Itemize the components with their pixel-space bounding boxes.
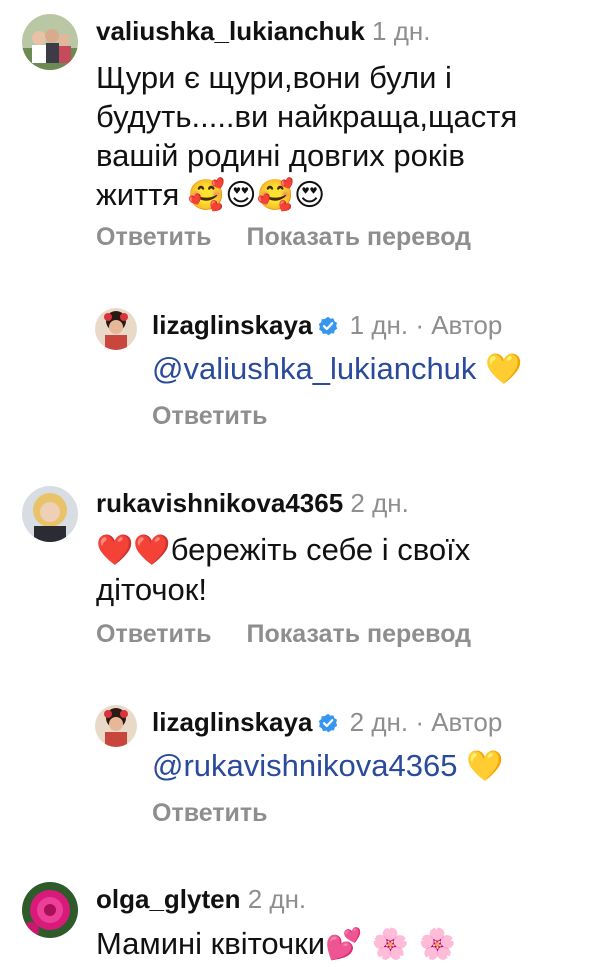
username[interactable]: olga_glyten — [96, 884, 240, 914]
comment-text: Мамині квіточки💕 🌸 🌸 — [96, 924, 556, 964]
verified-badge-icon — [319, 316, 338, 336]
timestamp: 2 дн. — [350, 488, 409, 518]
avatar[interactable] — [95, 308, 137, 350]
timestamp: 1 дн. — [349, 310, 409, 340]
comment-actions: Ответить — [152, 797, 268, 829]
comment-text: @valiushka_lukianchuk 💛 — [152, 349, 572, 389]
flower-emoji-icon: 💕 🌸 🌸 — [325, 927, 457, 962]
timestamp: 2 дн. — [247, 884, 307, 914]
show-translation-button[interactable]: Показать перевод — [246, 620, 471, 648]
show-translation-button[interactable]: Показать перевод — [246, 223, 471, 251]
author-label: · Автор — [415, 310, 503, 340]
comment-text: @rukavishnikova4365 💛 — [152, 746, 572, 786]
reply-item: lizaglinskaya 1 дн. · Автор @valiushka_l… — [0, 300, 600, 450]
avatar[interactable] — [95, 705, 137, 747]
avatar[interactable] — [22, 14, 78, 70]
comment-item: olga_glyten 2 дн. Мамині квіточки💕 🌸 🌸 — [0, 874, 600, 967]
reply-button[interactable]: Ответить — [152, 799, 268, 827]
comment-header: olga_glyten 2 дн. — [96, 882, 306, 916]
comment-actions: Ответить Показать перевод — [96, 221, 471, 253]
timestamp: 2 дн. — [349, 707, 409, 737]
timestamp: 1 дн. — [372, 16, 431, 46]
comment-header: lizaglinskaya 2 дн. · Автор — [152, 705, 502, 739]
comment-item: valiushka_lukianchuk 1 дн. Щури є щури,в… — [0, 0, 600, 260]
reply-button[interactable]: Ответить — [152, 402, 268, 430]
avatar-photo-icon — [22, 486, 78, 542]
comment-body: Мамині квіточки — [96, 926, 326, 961]
avatar[interactable] — [22, 882, 78, 938]
avatar[interactable] — [22, 486, 78, 542]
avatar-photo-icon — [22, 14, 78, 70]
author-label: · Автор — [415, 707, 503, 737]
comment-text: Щури є щури,вони були і будуть.....ви на… — [96, 58, 556, 215]
username[interactable]: lizaglinskaya — [152, 707, 312, 737]
username[interactable]: rukavishnikova4365 — [96, 488, 343, 518]
avatar-photo-icon — [22, 882, 78, 938]
emoji-icon: 🥰😍🥰😍 — [187, 178, 326, 213]
comment-actions: Ответить Показать перевод — [96, 618, 471, 650]
comment-header: lizaglinskaya 1 дн. · Автор — [152, 308, 502, 342]
reply-button[interactable]: Ответить — [96, 620, 212, 648]
yellow-heart-icon: 💛 — [466, 749, 504, 784]
mention-link[interactable]: @valiushka_lukianchuk — [152, 351, 476, 386]
comment-header: valiushka_lukianchuk 1 дн. — [96, 14, 430, 48]
username[interactable]: lizaglinskaya — [152, 310, 312, 340]
username[interactable]: valiushka_lukianchuk — [96, 16, 365, 46]
comment-header: rukavishnikova4365 2 дн. — [96, 486, 409, 520]
red-heart-icon: ❤️❤️ — [96, 533, 171, 568]
avatar-photo-icon — [95, 308, 137, 350]
mention-link[interactable]: @rukavishnikova4365 — [152, 748, 457, 783]
verified-badge-icon — [319, 713, 338, 733]
comment-text: ❤️❤️бережіть себе і своїх діточок! — [96, 530, 536, 609]
comment-item: rukavishnikova4365 2 дн. ❤️❤️бережіть се… — [0, 478, 600, 658]
comment-actions: Ответить — [152, 400, 268, 432]
reply-item: lizaglinskaya 2 дн. · Автор @rukavishnik… — [0, 697, 600, 847]
reply-button[interactable]: Ответить — [96, 223, 212, 251]
yellow-heart-icon: 💛 — [485, 352, 523, 387]
avatar-photo-icon — [95, 705, 137, 747]
